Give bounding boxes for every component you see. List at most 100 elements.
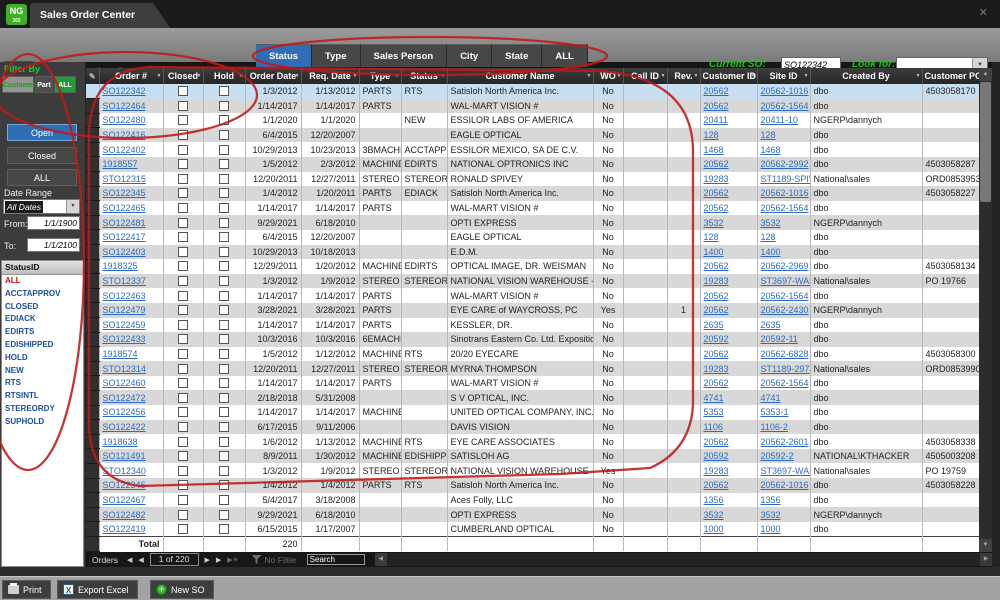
hold-checkbox[interactable] [219, 305, 229, 316]
table-row[interactable]: 1918557 1/5/2012 2/3/2012 MACHINE EDIRTS NATI… [86, 156, 980, 173]
row-header-cell[interactable] [86, 405, 100, 421]
customer-id-link[interactable]: 20562 [704, 437, 729, 447]
export-excel-button[interactable]: X Export Excel [57, 580, 138, 599]
row-header-cell[interactable] [86, 361, 100, 377]
hold-checkbox[interactable] [219, 451, 229, 462]
site-id-link[interactable]: ST1189-SPIVI [761, 174, 810, 184]
row-header-cell[interactable] [86, 186, 100, 202]
closed-checkbox[interactable] [178, 378, 188, 389]
row-header-cell[interactable] [86, 288, 100, 304]
closed-checkbox[interactable] [178, 188, 188, 199]
hold-checkbox[interactable] [219, 480, 229, 491]
closed-checkbox[interactable] [178, 509, 188, 520]
order-link[interactable]: SO122417 [103, 232, 146, 242]
order-link[interactable]: 1918325 [103, 261, 138, 271]
table-row[interactable]: SO122464 1/14/2017 1/14/2017 PARTS WAL-MART … [86, 98, 980, 114]
last-record-icon[interactable]: ▶ [216, 556, 221, 564]
customer-id-link[interactable]: 20562 [704, 349, 729, 359]
status-item-new[interactable]: NEW [2, 365, 83, 378]
hold-checkbox[interactable] [219, 203, 229, 214]
order-link[interactable]: SO122467 [103, 495, 146, 505]
order-link[interactable]: SO122472 [103, 393, 146, 403]
site-id-link[interactable]: ST1189-297 [761, 364, 810, 374]
scroll-left-icon[interactable]: ◀ [374, 553, 387, 566]
site-id-link[interactable]: 1106-2 [761, 422, 788, 432]
hold-checkbox[interactable] [219, 334, 229, 345]
table-row[interactable]: SO122419 6/15/2015 1/17/2007 CUMBERLAND OPT… [86, 521, 980, 537]
table-row[interactable]: 1918638 1/6/2012 1/13/2012 MACHINE RTS EYE CA… [86, 434, 980, 450]
closed-checkbox[interactable] [178, 465, 188, 476]
closed-checkbox[interactable] [178, 290, 188, 301]
site-id-link[interactable]: 2635 [761, 320, 781, 330]
table-row[interactable]: SO122345 1/4/2012 1/20/2011 PARTS EDIACK Sati… [86, 186, 980, 202]
closed-checkbox[interactable] [178, 480, 188, 491]
col-header-rev-[interactable]: Rev. ▼ [667, 68, 701, 84]
customer-id-link[interactable]: 2635 [704, 320, 724, 330]
order-link[interactable]: SO122422 [103, 422, 146, 432]
customer-id-link[interactable]: 1468 [704, 145, 724, 155]
customer-id-link[interactable]: 3532 [704, 510, 724, 520]
new-so-button[interactable]: + New SO [150, 580, 214, 599]
table-row[interactable]: SO122467 5/4/2017 3/18/2008 Aces Folly, LLC… [86, 492, 980, 508]
site-id-link[interactable]: 20562-2601 [761, 437, 809, 447]
col-header-call-id[interactable]: Call ID ▼ [623, 68, 668, 84]
customer-id-link[interactable]: 20562 [704, 291, 729, 301]
site-id-link[interactable]: 128 [761, 232, 776, 242]
col-header-req-date[interactable]: Req. Date ▼ [301, 68, 360, 84]
site-id-link[interactable]: 128 [761, 130, 776, 140]
status-item-rts[interactable]: RTS [2, 377, 83, 390]
site-id-link[interactable]: 20592-11 [761, 334, 798, 344]
site-id-link[interactable]: ST3697-WAR [761, 276, 810, 286]
table-row[interactable]: SO122479 3/28/2021 3/28/2021 PARTS EYE CARE … [86, 302, 980, 318]
filter-arrow-icon[interactable]: ▼ [694, 73, 699, 79]
site-id-link[interactable]: 5353-1 [761, 407, 789, 417]
table-row[interactable]: SO122465 1/14/2017 1/14/2017 PARTS WAL-MART … [86, 200, 980, 216]
customer-id-link[interactable]: 19283 [704, 276, 729, 286]
from-date-input[interactable] [27, 216, 80, 230]
customer-id-link[interactable]: 20562 [704, 261, 729, 271]
chevron-down-icon[interactable]: ▼ [66, 200, 79, 213]
row-header-cell[interactable] [86, 200, 100, 216]
tab-all[interactable]: ALL [542, 44, 588, 67]
customer-id-link[interactable]: 20562 [704, 480, 729, 490]
scroll-down-icon[interactable]: ▼ [979, 539, 992, 552]
closed-checkbox[interactable] [178, 144, 188, 155]
col-header-status[interactable]: Status ▼ [401, 68, 448, 84]
table-row[interactable]: STO123401/3/20121/9/2012STEREOSTEREORDYN… [86, 463, 980, 479]
row-header-cell[interactable] [86, 302, 100, 318]
customer-id-link[interactable]: 1106 [704, 422, 723, 432]
row-header-cell[interactable] [86, 434, 100, 450]
col-header-hold[interactable]: Hold ▼ [203, 68, 246, 84]
status-item-edishipped[interactable]: EDISHIPPED [2, 339, 83, 352]
col-header-closed[interactable]: Closed ▼ [163, 68, 204, 84]
hold-checkbox[interactable] [219, 348, 229, 359]
closed-checkbox[interactable] [178, 246, 188, 257]
customer-id-link[interactable]: 3532 [704, 218, 724, 228]
status-item-hold[interactable]: HOLD [2, 352, 83, 365]
closed-checkbox[interactable] [178, 421, 188, 432]
status-item-all[interactable]: ALL [2, 275, 83, 288]
customer-id-link[interactable]: 20562 [704, 188, 729, 198]
closed-checkbox[interactable] [178, 523, 188, 534]
hold-checkbox[interactable] [219, 261, 229, 272]
status-item-acctapprov[interactable]: ACCTAPPROV [2, 288, 83, 301]
filter-arrow-icon[interactable]: ▼ [661, 73, 666, 79]
hold-checkbox[interactable] [219, 494, 229, 505]
tab-sales-person[interactable]: Sales Person [360, 44, 448, 67]
all-entity-filter-button[interactable]: ALL [54, 76, 76, 93]
site-id-link[interactable]: 20411-10 [761, 115, 798, 125]
table-row[interactable]: SO122456 1/14/2017 1/14/2017 MACHINE UNITED … [86, 405, 980, 421]
customer-id-link[interactable]: 19283 [704, 174, 729, 184]
order-link[interactable]: SO122460 [103, 378, 146, 388]
filter-arrow-icon[interactable]: ▼ [239, 73, 244, 79]
close-icon[interactable]: ✕ [979, 6, 988, 19]
customer-filter-button[interactable]: Customer [2, 76, 36, 93]
site-id-link[interactable]: 20562-1016 [761, 188, 809, 198]
hold-checkbox[interactable] [219, 246, 229, 257]
filter-arrow-icon[interactable]: ▼ [617, 73, 622, 79]
site-id-link[interactable]: 4741 [761, 393, 781, 403]
table-row[interactable]: SO122402 10/29/201310/23/20133BMACHINACCT… [86, 142, 980, 158]
table-row[interactable]: SO122342 1/3/2012 1/13/2012 PARTS RTS Satislo… [86, 84, 980, 100]
row-header-cell[interactable] [86, 390, 100, 406]
filter-arrow-icon[interactable]: ▼ [157, 73, 162, 79]
